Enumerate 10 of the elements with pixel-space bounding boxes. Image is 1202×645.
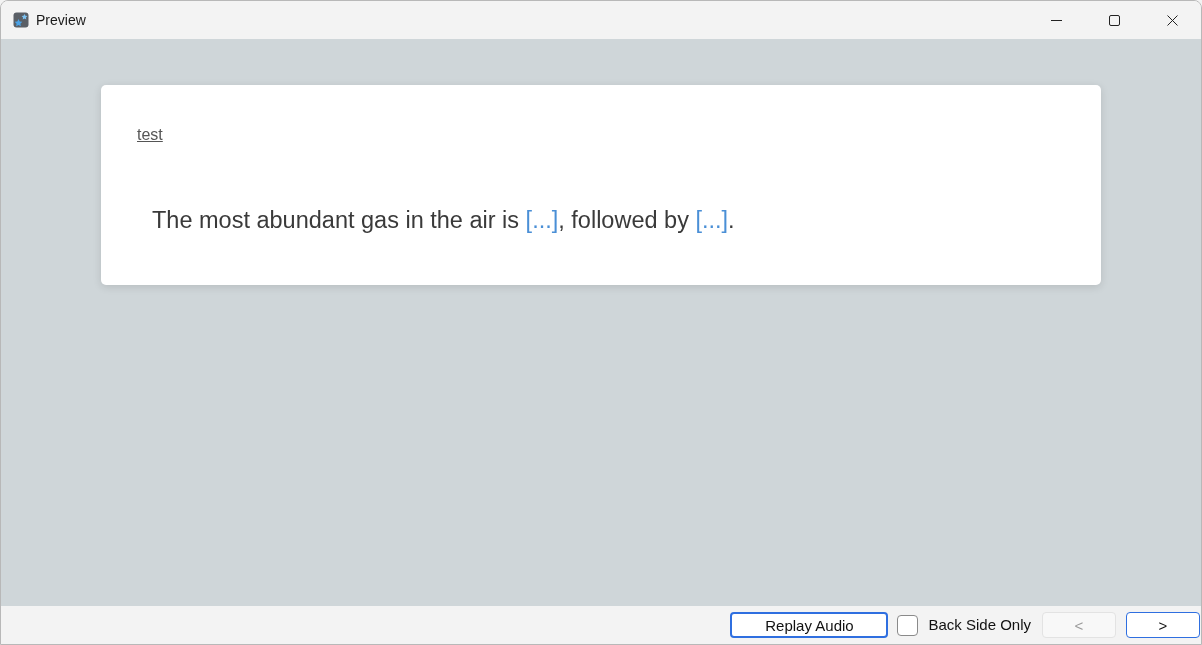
back-side-only-checkbox[interactable] (897, 614, 919, 636)
window-title: Preview (36, 10, 86, 30)
tag-link[interactable]: test (137, 126, 163, 143)
app-icon (13, 12, 29, 28)
cloze-sentence: The most abundant gas in the air is [...], followed by [...]. (152, 206, 736, 235)
next-button[interactable]: > (1126, 612, 1200, 638)
replay-audio-button[interactable]: Replay Audio (730, 612, 889, 638)
checkbox-label[interactable]: Back Side Only (928, 613, 1031, 637)
maximize-icon (1108, 14, 1120, 26)
close-icon (1166, 14, 1178, 26)
